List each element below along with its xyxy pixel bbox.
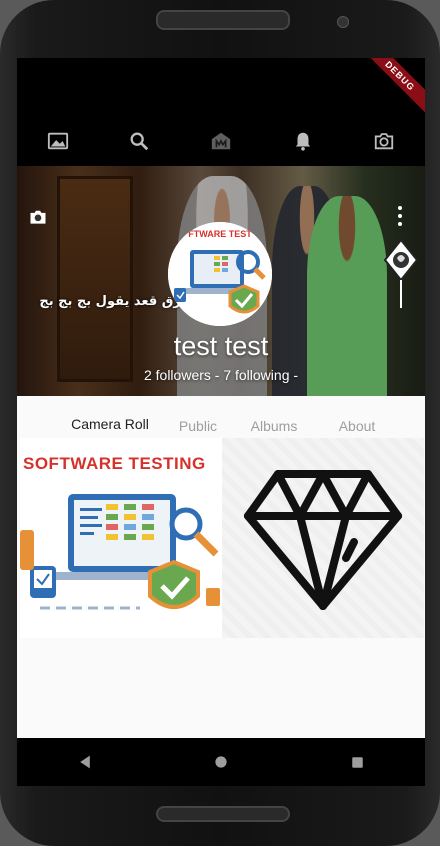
follow-stats[interactable]: 2 followers - 7 following - bbox=[17, 367, 425, 383]
profile-content: Camera Roll Public Albums About SOFTWARE… bbox=[17, 396, 425, 738]
camera-icon[interactable] bbox=[371, 128, 397, 154]
tab-camera-roll[interactable]: Camera Roll bbox=[57, 416, 163, 440]
phone-frame: DEBUG بيغرق قعد يقول بج بج بج FTWARE TES… bbox=[0, 0, 440, 846]
back-icon[interactable] bbox=[75, 752, 95, 772]
home-icon[interactable] bbox=[208, 128, 234, 154]
recents-icon[interactable] bbox=[347, 752, 367, 772]
avatar[interactable]: FTWARE TEST bbox=[168, 222, 272, 326]
image-icon[interactable] bbox=[45, 128, 71, 154]
phone-chin bbox=[156, 806, 290, 822]
diamond-icon bbox=[244, 470, 402, 610]
photo-tile-software-testing[interactable]: SOFTWARE TESTING bbox=[20, 438, 222, 638]
tab-about[interactable]: About bbox=[315, 418, 399, 440]
tab-albums[interactable]: Albums bbox=[233, 418, 315, 440]
search-icon[interactable] bbox=[126, 128, 152, 154]
photo-tile-diamond[interactable] bbox=[222, 438, 424, 638]
photo-grid: SOFTWARE TESTING bbox=[17, 438, 425, 638]
system-nav-bar bbox=[17, 738, 425, 786]
svg-text:FTWARE TEST: FTWARE TEST bbox=[188, 229, 252, 239]
diamond-badge-icon[interactable] bbox=[383, 238, 419, 310]
change-cover-camera-icon[interactable] bbox=[27, 206, 49, 228]
bell-icon[interactable] bbox=[290, 128, 316, 154]
debug-banner: DEBUG bbox=[355, 58, 425, 121]
profile-name: test test bbox=[173, 331, 269, 361]
profile-tabs: Camera Roll Public Albums About bbox=[57, 414, 417, 440]
software-testing-illustration bbox=[20, 494, 220, 610]
home-circle-icon[interactable] bbox=[211, 752, 231, 772]
more-options-icon[interactable] bbox=[397, 206, 403, 226]
cover-photo[interactable]: بيغرق قعد يقول بج بج بج FTWARE TEST test… bbox=[17, 166, 425, 396]
app-screen: DEBUG بيغرق قعد يقول بج بج بج FTWARE TES… bbox=[17, 58, 425, 786]
top-toolbar bbox=[17, 116, 425, 166]
tab-public[interactable]: Public bbox=[163, 418, 233, 440]
earpiece bbox=[156, 10, 290, 30]
front-camera bbox=[337, 16, 349, 28]
